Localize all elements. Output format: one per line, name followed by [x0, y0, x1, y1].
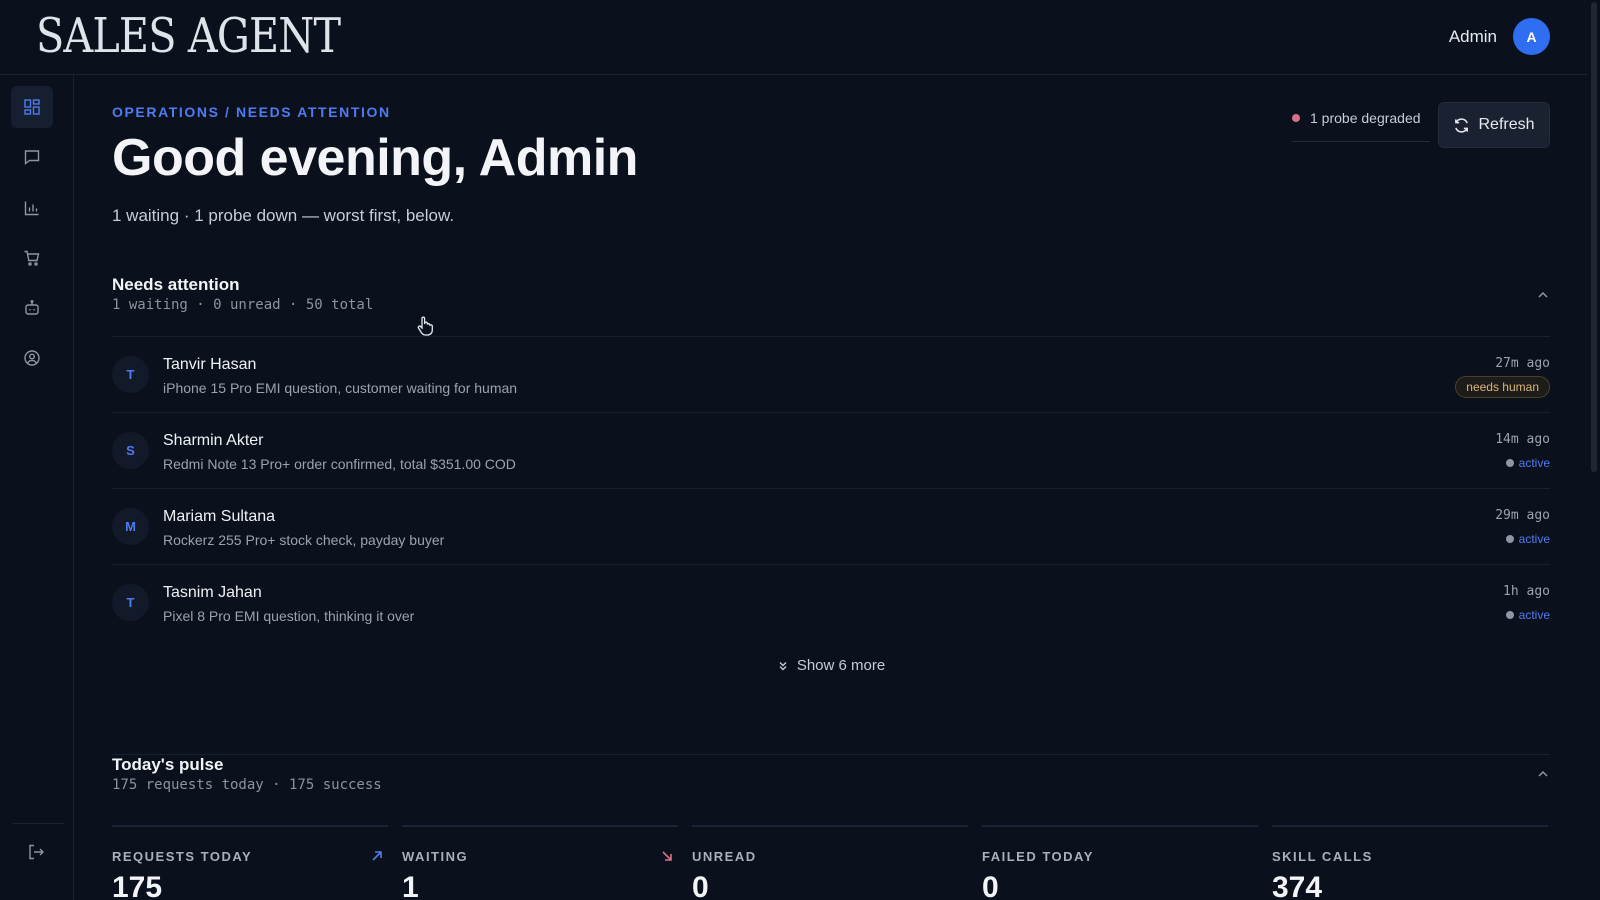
collapse-needs-attention-icon[interactable] [1536, 288, 1550, 302]
sidebar-item-dashboard[interactable] [11, 86, 53, 128]
row-name: Tanvir Hasan [163, 356, 257, 373]
status-text: active [1518, 532, 1550, 546]
row-description: Rockerz 255 Pro+ stock check, payday buy… [163, 532, 445, 548]
list-item[interactable]: M Mariam Sultana Rockerz 255 Pro+ stock … [112, 488, 1550, 564]
status-badge: active [1505, 608, 1550, 622]
pulse-stats: REQUESTS TODAY 175 WAITING 1 UNREAD 0 FA… [112, 825, 1550, 900]
stat-value: 0 [692, 871, 709, 900]
row-avatar: M [112, 508, 149, 545]
row-avatar: T [112, 584, 149, 621]
top-bar: SALES AGENT Admin A [0, 0, 1600, 75]
probe-status-dot [1292, 114, 1300, 122]
chat-icon [24, 150, 40, 165]
list-item[interactable]: T Tanvir Hasan iPhone 15 Pro EMI questio… [112, 336, 1550, 412]
section-divider [112, 754, 1550, 755]
list-item[interactable]: T Tasnim Jahan Pixel 8 Pro EMI question,… [112, 564, 1550, 640]
stat-value: 0 [982, 871, 999, 900]
sidebar [0, 75, 74, 900]
dashboard-icon [24, 99, 40, 115]
row-time: 1h ago [1503, 584, 1550, 599]
stat-requests-today[interactable]: REQUESTS TODAY 175 [112, 825, 388, 900]
row-description: iPhone 15 Pro EMI question, customer wai… [163, 380, 518, 396]
stat-value: 1 [402, 871, 419, 900]
trend-up-icon [372, 851, 382, 861]
stat-unread[interactable]: UNREAD 0 [692, 825, 968, 900]
bot-icon [25, 300, 39, 315]
sidebar-item-orders[interactable] [11, 237, 53, 279]
cart-icon [24, 250, 40, 266]
breadcrumb[interactable]: OPERATIONS / NEEDS ATTENTION [112, 104, 391, 120]
sidebar-item-account[interactable] [11, 337, 53, 379]
list-item[interactable]: S Sharmin Akter Redmi Note 13 Pro+ order… [112, 412, 1550, 488]
sidebar-item-bot[interactable] [11, 287, 53, 329]
row-name: Sharmin Akter [163, 432, 264, 449]
avatar[interactable]: A [1513, 18, 1550, 55]
conversation-list: T Tanvir Hasan iPhone 15 Pro EMI questio… [112, 336, 1550, 640]
stat-waiting[interactable]: WAITING 1 [402, 825, 678, 900]
sidebar-item-chats[interactable] [11, 136, 53, 178]
stat-value: 175 [112, 871, 163, 900]
status-dot [1505, 535, 1514, 543]
stat-skill-calls[interactable]: SKILL CALLS 374 [1272, 825, 1548, 900]
show-more-label: Show 6 more [796, 657, 886, 674]
stat-label: UNREAD [692, 849, 757, 864]
status-badge: needs human [1455, 376, 1550, 398]
needs-attention-title: Needs attention [112, 275, 240, 294]
collapse-pulse-icon[interactable] [1536, 767, 1550, 781]
pulse-meta: 175 requests today · 175 success [112, 777, 382, 793]
row-avatar: S [112, 432, 149, 469]
pulse-title: Today's pulse [112, 755, 224, 774]
refresh-label: Refresh [1478, 116, 1535, 133]
row-name: Tasnim Jahan [163, 584, 262, 601]
logout-icon [29, 844, 44, 860]
hand-pointer-icon [417, 316, 433, 336]
show-more-button[interactable]: Show 6 more [112, 657, 1550, 674]
trend-down-icon [662, 851, 672, 861]
stat-value: 374 [1272, 871, 1323, 900]
page-scrollbar[interactable] [1588, 0, 1600, 900]
probe-status-text: 1 probe degraded [1310, 110, 1421, 126]
stat-label: FAILED TODAY [982, 849, 1094, 864]
app-logo[interactable]: SALES AGENT [36, 8, 341, 64]
page-subtitle: 1 waiting · 1 probe down — worst first, … [112, 206, 455, 225]
row-avatar: T [112, 356, 149, 393]
user-circle-icon [24, 350, 40, 366]
status-dot [1505, 459, 1514, 467]
bar-chart-icon [24, 201, 39, 216]
row-time: 29m ago [1495, 508, 1550, 523]
sidebar-item-analytics[interactable] [11, 187, 53, 229]
status-text: active [1518, 456, 1550, 470]
status-dot [1505, 611, 1514, 619]
row-description: Redmi Note 13 Pro+ order confirmed, tota… [163, 456, 516, 472]
user-name[interactable]: Admin [1449, 27, 1497, 47]
row-time: 27m ago [1495, 356, 1550, 371]
stat-label: SKILL CALLS [1272, 849, 1373, 864]
user-menu[interactable]: Admin A [1449, 18, 1550, 55]
page-title: Good evening, Admin [112, 129, 638, 187]
scrollbar-thumb[interactable] [1591, 2, 1597, 472]
chevrons-down-icon [779, 661, 787, 670]
status-badge: active [1505, 456, 1550, 470]
stat-label: WAITING [402, 849, 469, 864]
sidebar-divider [12, 823, 64, 824]
row-time: 14m ago [1495, 432, 1550, 447]
row-description: Pixel 8 Pro EMI question, thinking it ov… [163, 608, 415, 624]
status-text: active [1518, 608, 1550, 622]
stat-label: REQUESTS TODAY [112, 849, 253, 864]
logout-button[interactable] [15, 831, 57, 873]
stat-failed-today[interactable]: FAILED TODAY 0 [982, 825, 1258, 900]
refresh-button[interactable]: Refresh [1438, 102, 1550, 148]
probe-status[interactable]: 1 probe degraded [1292, 110, 1430, 142]
row-name: Mariam Sultana [163, 508, 276, 525]
status-badge: active [1505, 532, 1550, 546]
refresh-icon [1455, 117, 1469, 133]
needs-attention-meta: 1 waiting · 0 unread · 50 total [112, 297, 374, 313]
